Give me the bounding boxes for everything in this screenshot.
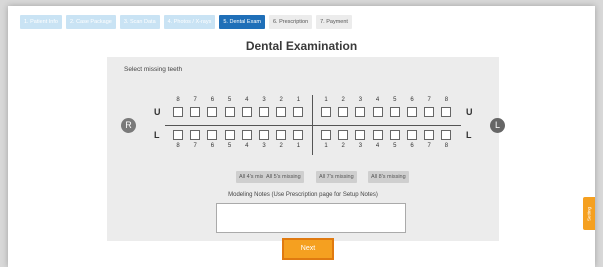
page-title: Dental Examination xyxy=(245,39,358,53)
tooth-number-upper-left-6: 6 xyxy=(410,97,414,103)
tooth-checkbox-lower-right-6[interactable] xyxy=(207,130,218,140)
tooth-checkbox-upper-left-4[interactable] xyxy=(372,107,383,117)
tooth-number-lower-left-1: 1 xyxy=(324,143,328,149)
tooth-number-lower-left-6: 6 xyxy=(410,143,414,149)
occlusal-divider xyxy=(165,125,461,126)
tooth-checkbox-upper-right-5[interactable] xyxy=(224,107,235,117)
tooth-number-lower-right-8: 8 xyxy=(176,143,180,149)
tooth-number-lower-left-5: 5 xyxy=(393,143,397,149)
step-tab-case-package[interactable]: 2. Case Package xyxy=(65,15,116,29)
tooth-checkbox-lower-left-7[interactable] xyxy=(424,130,435,140)
tooth-checkbox-upper-right-4[interactable] xyxy=(241,107,252,117)
step-tab-dental-exam[interactable]: 5. Dental Exam xyxy=(219,15,265,29)
lower-label-right: L xyxy=(154,130,160,140)
tooth-checkbox-upper-left-6[interactable] xyxy=(407,107,417,117)
tooth-number-lower-left-2: 2 xyxy=(341,143,345,149)
all-5s-missing-button[interactable]: All 5's missing xyxy=(263,171,304,183)
tooth-checkbox-lower-left-6[interactable] xyxy=(407,130,417,140)
tooth-checkbox-lower-left-2[interactable] xyxy=(338,130,349,140)
tooth-number-upper-right-8: 8 xyxy=(176,97,180,103)
tooth-checkbox-upper-left-2[interactable] xyxy=(338,107,349,117)
tooth-checkbox-lower-right-3[interactable] xyxy=(259,130,269,140)
tooth-checkbox-lower-right-7[interactable] xyxy=(190,130,201,140)
step-tab-payment[interactable]: 7. Payment xyxy=(316,15,352,29)
tooth-number-lower-left-4: 4 xyxy=(375,143,380,149)
tooth-checkbox-upper-right-1[interactable] xyxy=(293,107,304,117)
tooth-checkbox-upper-left-5[interactable] xyxy=(389,107,400,117)
tooth-checkbox-upper-right-8[interactable] xyxy=(173,107,183,117)
right-side-badge: R xyxy=(121,118,136,133)
page: 1. Patient Info 2. Case Package 3. Scan … xyxy=(8,6,595,267)
all-7s-missing-button[interactable]: All 7's missing xyxy=(316,171,357,183)
tooth-checkbox-lower-left-5[interactable] xyxy=(389,130,400,140)
tooth-checkbox-lower-right-5[interactable] xyxy=(224,130,235,140)
tooth-number-lower-right-3: 3 xyxy=(262,143,266,149)
tooth-number-upper-right-6: 6 xyxy=(210,97,215,103)
tooth-checkbox-lower-right-1[interactable] xyxy=(293,130,304,140)
tooth-number-upper-right-5: 5 xyxy=(227,97,232,103)
step-tabs: 1. Patient Info 2. Case Package 3. Scan … xyxy=(20,15,352,29)
teeth-prompt: Select missing teeth xyxy=(124,66,183,73)
all-8s-missing-button[interactable]: All 8's missing xyxy=(368,171,409,183)
tooth-number-lower-right-6: 6 xyxy=(210,143,215,149)
lower-label-left: L xyxy=(466,130,472,140)
tooth-checkbox-upper-left-3[interactable] xyxy=(355,107,366,117)
tooth-number-upper-left-5: 5 xyxy=(393,97,397,103)
tooth-checkbox-lower-right-4[interactable] xyxy=(241,130,252,140)
tooth-checkbox-upper-left-1[interactable] xyxy=(321,107,331,117)
tooth-checkbox-lower-left-1[interactable] xyxy=(321,130,331,140)
tooth-number-lower-left-7: 7 xyxy=(427,143,431,149)
tooth-number-lower-left-8: 8 xyxy=(444,143,449,149)
tooth-number-lower-right-7: 7 xyxy=(193,143,197,149)
upper-label-right: U xyxy=(154,107,161,117)
step-tab-scan-data[interactable]: 3. Scan Data xyxy=(119,15,160,29)
tooth-number-upper-right-3: 3 xyxy=(262,97,266,103)
tooth-number-upper-left-3: 3 xyxy=(358,97,363,103)
tooth-number-upper-left-7: 7 xyxy=(427,97,431,103)
tooth-checkbox-upper-right-6[interactable] xyxy=(207,107,218,117)
upper-label-left: U xyxy=(466,107,473,117)
tooth-number-lower-right-1: 1 xyxy=(296,143,301,149)
tooth-checkbox-lower-right-8[interactable] xyxy=(173,130,183,140)
tooth-number-upper-right-7: 7 xyxy=(193,97,197,103)
step-tab-prescription[interactable]: 6. Prescription xyxy=(268,15,313,29)
modeling-notes-input[interactable] xyxy=(216,203,406,233)
tooth-number-upper-right-4: 4 xyxy=(245,97,249,103)
tooth-number-lower-right-2: 2 xyxy=(279,143,283,149)
tooth-number-upper-left-4: 4 xyxy=(375,97,380,103)
setting-side-tab-label: Setting xyxy=(586,206,592,221)
step-tab-patient-info[interactable]: 1. Patient Info xyxy=(20,15,62,29)
tooth-checkbox-lower-left-3[interactable] xyxy=(355,130,366,140)
tooth-number-upper-left-2: 2 xyxy=(341,97,345,103)
tooth-checkbox-upper-left-7[interactable] xyxy=(424,107,435,117)
tooth-number-upper-right-2: 2 xyxy=(279,97,283,103)
tooth-number-lower-left-3: 3 xyxy=(358,143,363,149)
tooth-checkbox-lower-right-2[interactable] xyxy=(276,130,287,140)
tooth-checkbox-upper-right-7[interactable] xyxy=(190,107,201,117)
tooth-number-lower-right-5: 5 xyxy=(227,143,232,149)
tooth-checkbox-upper-right-2[interactable] xyxy=(276,107,287,117)
step-tab-photos-xrays[interactable]: 4. Photos / X-rays xyxy=(163,15,216,29)
teeth-panel: Select missing teeth R L U L U L 8 7 6 5 4 3 2… xyxy=(107,57,505,241)
setting-side-tab[interactable]: Setting xyxy=(583,197,595,230)
tooth-number-upper-left-8: 8 xyxy=(444,97,449,103)
tooth-number-lower-right-4: 4 xyxy=(245,143,249,149)
tooth-number-upper-left-1: 1 xyxy=(324,97,328,103)
tooth-checkbox-lower-left-4[interactable] xyxy=(372,130,383,140)
tooth-checkbox-upper-left-8[interactable] xyxy=(441,107,452,117)
next-button[interactable]: Next xyxy=(282,238,334,260)
modeling-notes-label: Modeling Notes (Use Prescription page fo… xyxy=(228,192,378,198)
tooth-number-upper-right-1: 1 xyxy=(296,97,301,103)
tooth-checkbox-upper-right-3[interactable] xyxy=(259,107,269,117)
left-side-badge: L xyxy=(490,118,505,133)
tooth-checkbox-lower-left-8[interactable] xyxy=(441,130,452,140)
